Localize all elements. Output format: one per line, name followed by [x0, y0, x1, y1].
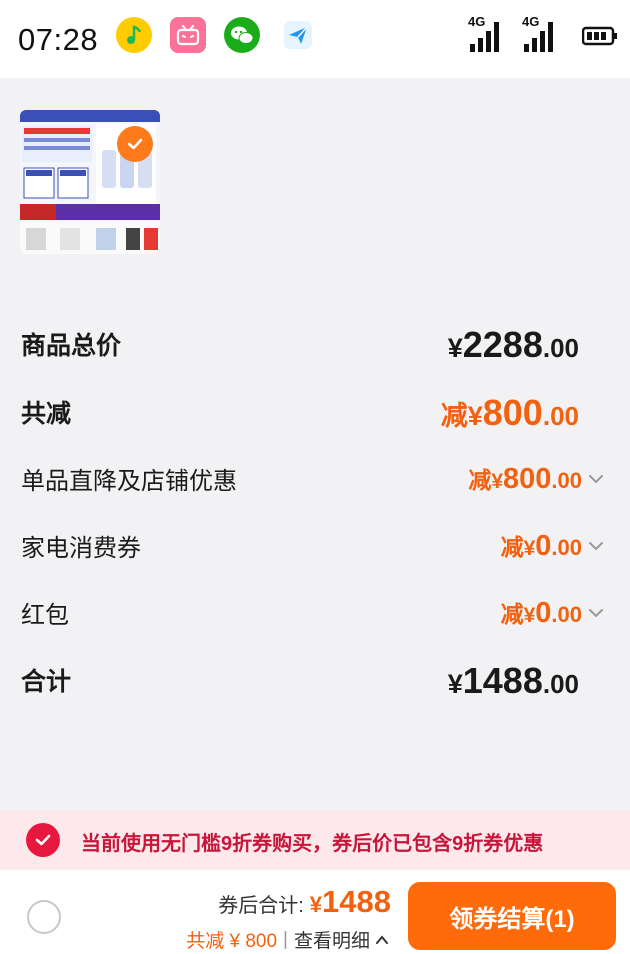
music-icon	[116, 17, 152, 53]
row-label: 家电消费券	[21, 535, 141, 562]
bilibili-icon	[170, 17, 206, 53]
currency-symbol: ¥	[309, 892, 323, 917]
row-product-total: 商品总价 ¥ 2288 .00	[0, 322, 630, 365]
checkout-bar: 券后合计: ¥ 1488 共减 ¥ 800 | 查看明细 领券结算(1)	[0, 870, 630, 954]
amount-decimal: .00	[551, 468, 582, 493]
after-coupon-total-amount: 1488	[322, 884, 391, 919]
select-all-checkbox[interactable]	[27, 900, 61, 934]
separator: |	[283, 928, 288, 950]
currency-symbol: ¥	[467, 401, 483, 431]
currency-symbol: ¥	[523, 604, 536, 627]
send-icon	[280, 17, 316, 53]
wechat-icon	[224, 17, 260, 53]
row-value: 减 ¥ 800 .00	[468, 461, 582, 496]
signal-4g-icon-1: 4G	[466, 14, 508, 56]
status-time: 07:28	[18, 22, 99, 57]
row-red-packet[interactable]: 红包 减 ¥ 0 .00	[0, 591, 630, 631]
amount-integer: 2288	[462, 324, 543, 365]
row-store-discount[interactable]: 单品直降及店铺优惠 减 ¥ 800 .00	[0, 457, 630, 497]
coupon-notice-bar: 当前使用无门槛9折券购买，券后价已包含9折券优惠	[0, 810, 630, 870]
battery-icon	[581, 26, 618, 51]
savings-text: 共减 ¥ 800	[186, 931, 278, 952]
row-value: 减 ¥ 0 .00	[501, 528, 582, 563]
checkout-button[interactable]: 领券结算(1)	[408, 882, 616, 950]
row-label: 共减	[21, 400, 72, 428]
amount-decimal: .00	[551, 535, 582, 560]
chevron-down-icon[interactable]	[586, 536, 606, 556]
amount-decimal: .00	[542, 333, 579, 363]
amount-integer: 1488	[462, 660, 543, 701]
chevron-up-icon[interactable]	[374, 932, 390, 948]
currency-symbol: ¥	[447, 669, 463, 699]
currency-symbol: ¥	[491, 470, 504, 493]
currency-symbol: ¥	[447, 333, 463, 363]
reduction-prefix: 减	[468, 467, 492, 493]
amount-integer: 800	[503, 463, 552, 495]
row-label: 单品直降及店铺优惠	[21, 468, 237, 495]
row-label: 商品总价	[21, 332, 122, 360]
coupon-notice-text: 当前使用无门槛9折券购买，券后价已包含9折券优惠	[81, 833, 544, 855]
row-value: 减 ¥ 0 .00	[501, 595, 582, 630]
reduction-prefix: 减	[500, 601, 524, 627]
amount-integer: 800	[482, 392, 543, 433]
savings-line: 共减 ¥ 800 | 查看明细	[186, 926, 390, 953]
row-label: 合计	[21, 668, 72, 696]
chevron-down-icon[interactable]	[586, 469, 606, 489]
row-total-reduction: 共减 减 ¥ 800 .00	[0, 390, 630, 433]
currency-symbol: ¥	[523, 537, 536, 560]
status-bar: 07:28 4G 4G	[0, 0, 630, 78]
reduction-prefix: 减	[440, 401, 468, 431]
row-appliance-coupon[interactable]: 家电消费券 减 ¥ 0 .00	[0, 524, 630, 564]
after-coupon-total: 券后合计: ¥ 1488	[218, 884, 391, 920]
coupon-check-icon[interactable]	[26, 823, 60, 857]
amount-integer: 0	[535, 530, 552, 562]
row-value: 减 ¥ 800 .00	[441, 392, 579, 434]
product-selected-check-icon[interactable]	[117, 126, 153, 162]
amount-integer: 0	[535, 597, 552, 629]
view-details-link[interactable]: 查看明细	[294, 926, 370, 953]
amount-decimal: .00	[542, 401, 579, 431]
reduction-prefix: 减	[500, 534, 524, 560]
row-label: 红包	[21, 602, 69, 629]
chevron-down-icon[interactable]	[586, 603, 606, 623]
row-value: ¥ 1488 .00	[448, 660, 579, 702]
amount-decimal: .00	[542, 669, 579, 699]
row-value: ¥ 2288 .00	[448, 324, 579, 366]
amount-decimal: .00	[551, 602, 582, 627]
signal-4g-icon-2: 4G	[520, 14, 562, 56]
row-grand-total: 合计 ¥ 1488 .00	[0, 658, 630, 701]
after-coupon-total-label: 券后合计:	[218, 895, 304, 917]
